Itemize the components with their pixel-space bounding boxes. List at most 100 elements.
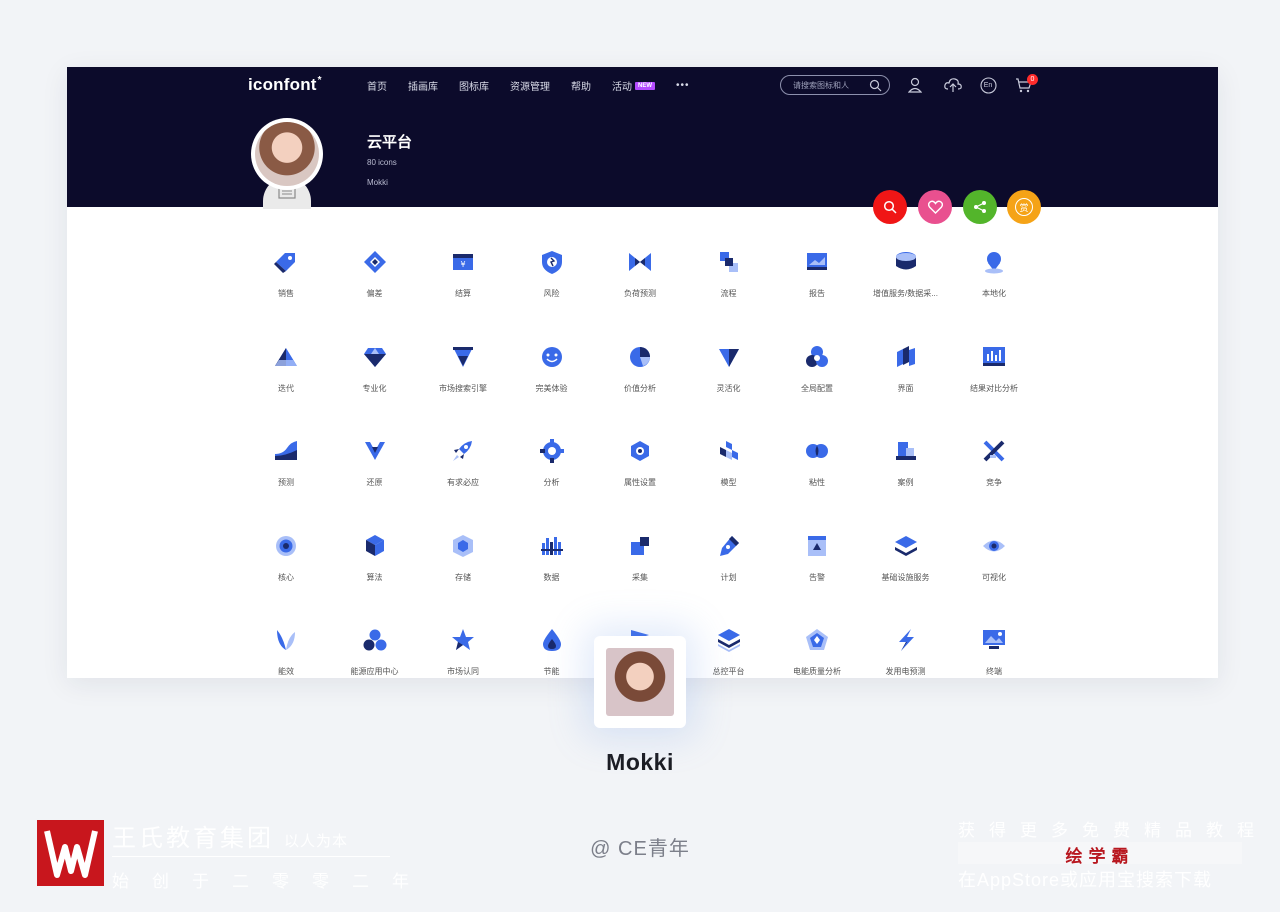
nav-resource-management[interactable]: 资源管理	[510, 78, 550, 93]
icon-item[interactable]: 告警	[773, 533, 861, 603]
nav-help[interactable]: 帮助	[571, 78, 591, 93]
reward-icon: 赏	[1015, 198, 1033, 216]
hexagon-gear-icon	[631, 441, 649, 461]
new-badge: NEW	[635, 81, 655, 90]
icon-item[interactable]: 模型	[685, 438, 773, 508]
icon-item[interactable]: 报告	[773, 249, 861, 319]
icon-label: 终端	[986, 667, 1002, 676]
triangle-split-icon	[364, 442, 385, 460]
author-avatar-card[interactable]	[594, 636, 686, 728]
leaf-icon	[277, 630, 295, 650]
icon-item[interactable]: 算法	[331, 533, 419, 603]
icon-item[interactable]: 市场搜索引擎	[419, 344, 507, 414]
promo-headline: 获得更多免费精品教程	[958, 821, 1268, 840]
icon-item[interactable]: 负荷预测	[596, 249, 684, 319]
three-circles-icon	[363, 629, 386, 651]
icon-item[interactable]: 能源应用中心	[331, 627, 419, 678]
nav-illustrations[interactable]: 插画库	[408, 78, 438, 93]
icon-item[interactable]: 数据	[508, 533, 596, 603]
icon-label: 基础设施服务	[881, 572, 930, 582]
tag-icon	[274, 253, 295, 273]
icon-label: 发用电预测	[885, 667, 926, 676]
search-input[interactable]	[793, 80, 871, 90]
icon-label: 案例	[897, 478, 914, 487]
nav-icon-library[interactable]: 图标库	[459, 78, 489, 93]
icon-item[interactable]: 销售	[242, 249, 330, 319]
favorite-button[interactable]	[918, 190, 952, 224]
reward-button[interactable]: 赏	[1007, 190, 1041, 224]
search-icon[interactable]	[869, 79, 882, 92]
icon-item[interactable]: 属性设置	[596, 438, 684, 508]
hex-box-icon	[453, 534, 473, 557]
icon-item[interactable]: 计划	[685, 533, 773, 603]
icon-item[interactable]: 核心	[242, 533, 330, 603]
icon-item[interactable]: 基础设施服务	[862, 533, 950, 603]
icon-item[interactable]: 终端	[950, 627, 1038, 678]
upload-icon[interactable]	[944, 76, 962, 94]
icon-item[interactable]: 存储	[419, 533, 507, 603]
heart-icon	[927, 200, 943, 214]
share-button[interactable]	[963, 190, 997, 224]
icon-label: 算法	[366, 572, 383, 582]
icon-item[interactable]: 案例	[862, 438, 950, 508]
icon-item[interactable]: 界面	[862, 344, 950, 414]
icon-item[interactable]: 总控平台	[685, 627, 773, 678]
project-avatar[interactable]	[251, 118, 323, 190]
nav-home[interactable]: 首页	[367, 78, 387, 93]
search-icon	[883, 200, 897, 214]
icon-item[interactable]: 采集	[596, 533, 684, 603]
icon-item[interactable]: 电能质量分析	[773, 627, 861, 678]
icon-label: 风险	[543, 289, 560, 298]
icon-item[interactable]: 增值服务/数据采...	[862, 249, 950, 319]
icon-item[interactable]: 竞争	[950, 438, 1038, 508]
project-search-button[interactable]	[873, 190, 907, 224]
user-icon[interactable]	[906, 76, 924, 94]
icon-label: 分析	[543, 478, 560, 487]
icon-item[interactable]: 完美体验	[508, 344, 596, 414]
nav-events[interactable]: 活动 NEW	[612, 78, 655, 93]
icon-item[interactable]: 能效	[242, 627, 330, 678]
iconfont-logo[interactable]: iconfont*	[248, 75, 322, 95]
icon-item[interactable]: 灵活化	[685, 344, 773, 414]
pentagon-icon	[806, 629, 828, 650]
eye-icon	[983, 540, 1005, 551]
icon-item[interactable]: 有求必应	[419, 438, 507, 508]
icon-item[interactable]: 市场认同	[419, 627, 507, 678]
icon-label: 结算	[455, 289, 471, 298]
icon-item[interactable]: 专业化	[331, 344, 419, 414]
pen-icon	[719, 535, 739, 556]
icon-label: 竞争	[986, 478, 1002, 487]
icon-item[interactable]: 价值分析	[596, 344, 684, 414]
share-icon	[974, 201, 986, 213]
icon-label: 预测	[278, 478, 294, 487]
icon-item[interactable]: 可视化	[950, 533, 1038, 603]
icon-item[interactable]: 全局配置	[773, 344, 861, 414]
icon-item[interactable]: 迭代	[242, 344, 330, 414]
icon-label: 电能质量分析	[793, 667, 841, 676]
icon-item[interactable]: 粘性	[773, 438, 861, 508]
icon-label: 计划	[720, 572, 737, 582]
icon-item[interactable]: 本地化	[950, 249, 1038, 319]
icon-item[interactable]: ¥ 结算	[419, 249, 507, 319]
icon-label: 全局配置	[801, 383, 833, 393]
monitor-chart-icon	[807, 253, 827, 270]
icon-item[interactable]: 发用电预测	[862, 627, 950, 678]
icon-item[interactable]: 风险	[508, 249, 596, 319]
icon-item[interactable]: 结果对比分析	[950, 344, 1038, 414]
icon-item[interactable]: 偏差	[331, 249, 419, 319]
project-author[interactable]: Mokki	[367, 178, 388, 187]
icon-label: 市场认同	[447, 667, 479, 676]
footer-tagline: 始创于二零零二年	[112, 872, 432, 891]
icon-item[interactable]: 节能	[508, 627, 596, 678]
icon-label: 界面	[897, 383, 914, 393]
icon-label: 增值服务/数据采...	[873, 289, 938, 298]
icon-item[interactable]: 还原	[331, 438, 419, 508]
language-toggle[interactable]: En	[979, 76, 997, 94]
icon-item[interactable]: 流程	[685, 249, 773, 319]
more-menu-icon[interactable]: •••	[676, 80, 690, 91]
pie-icon	[630, 346, 650, 367]
icon-item[interactable]: 预测	[242, 438, 330, 508]
icon-item[interactable]: 分析	[508, 438, 596, 508]
icon-label: 能效	[278, 667, 294, 676]
search-box	[780, 75, 890, 95]
